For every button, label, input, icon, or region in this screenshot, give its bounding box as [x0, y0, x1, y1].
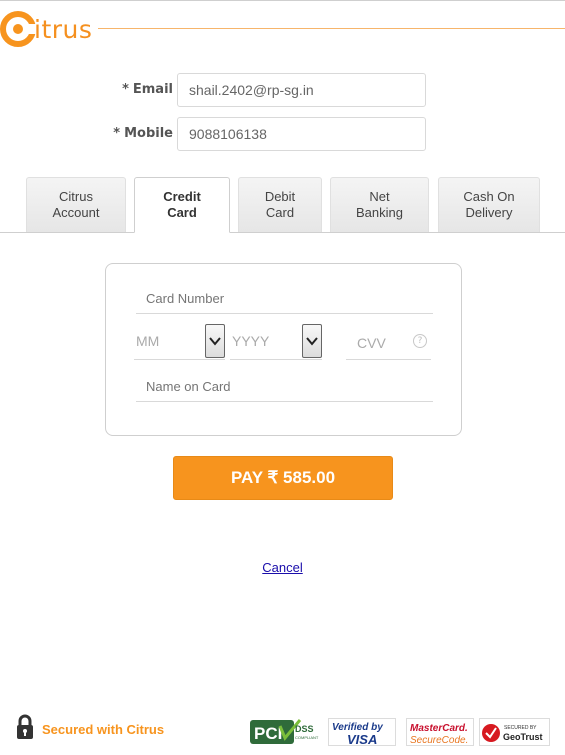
- tab-credit-card[interactable]: Credit Card: [134, 177, 230, 233]
- geotrust-badge: SECURED BY GeoTrust: [479, 718, 550, 746]
- chevron-down-icon: [302, 324, 322, 358]
- tab-label-line1: Credit: [163, 189, 201, 204]
- mobile-field[interactable]: [177, 117, 426, 151]
- tab-label-line2: Banking: [356, 205, 403, 220]
- tab-label-line2: Card: [167, 205, 197, 220]
- cancel-link[interactable]: Cancel: [0, 560, 565, 575]
- chevron-down-icon: [205, 324, 225, 358]
- mobile-label-text: Mobile: [124, 126, 173, 141]
- tab-net-banking[interactable]: Net Banking: [330, 177, 429, 232]
- lock-icon: [16, 714, 34, 744]
- header: itrus: [0, 0, 565, 60]
- header-divider: [98, 28, 565, 29]
- required-marker: *: [122, 82, 129, 97]
- tab-label-line1: Citrus: [59, 189, 93, 204]
- verified-by-visa-badge: Verified by VISA: [328, 718, 396, 746]
- secured-with-citrus: Secured with Citrus: [16, 714, 165, 744]
- cvv-field[interactable]: CVV ?: [346, 322, 431, 360]
- tab-citrus-account[interactable]: Citrus Account: [26, 177, 126, 232]
- tab-label-line1: Net: [369, 189, 390, 204]
- pci-dss-badge: PCI DSS COMPLIANT: [250, 718, 322, 746]
- tab-label-line1: Cash On: [463, 189, 515, 204]
- mc-top-text: MasterCard.: [410, 723, 468, 734]
- email-label-text: Email: [132, 82, 173, 97]
- tab-cash-on-delivery[interactable]: Cash On Delivery: [438, 177, 540, 232]
- card-number-input[interactable]: [136, 284, 433, 314]
- payment-method-tabs: Citrus Account Credit Card Debit Card Net Ba…: [0, 177, 565, 233]
- expiry-month-value: MM: [136, 333, 160, 349]
- tab-debit-card[interactable]: Debit Card: [238, 177, 322, 232]
- required-marker: *: [113, 126, 121, 141]
- expiry-year-select[interactable]: YYYY: [230, 322, 322, 360]
- citrus-logo: itrus: [0, 9, 92, 49]
- cvv-placeholder: CVV: [357, 335, 386, 351]
- pci-text: PCI: [254, 724, 282, 743]
- email-row: * Email: [0, 73, 565, 107]
- visa-bottom-text: VISA: [347, 732, 377, 746]
- tab-label-line2: Delivery: [465, 205, 513, 220]
- tab-label-line2: Card: [265, 205, 295, 220]
- name-on-card-input[interactable]: [136, 372, 433, 402]
- pci-dss-text: DSS: [295, 724, 314, 734]
- geo-top-text: SECURED BY: [504, 725, 537, 731]
- email-field[interactable]: [177, 73, 426, 107]
- mobile-label: * Mobile: [113, 117, 173, 151]
- logo-wordmark: itrus: [34, 15, 93, 44]
- tab-label-line1: Debit: [264, 189, 296, 204]
- pay-button[interactable]: PAY ₹ 585.00: [173, 456, 393, 500]
- mobile-row: * Mobile: [0, 117, 565, 151]
- citrus-logo-mark-icon: [0, 11, 36, 47]
- expiry-month-select[interactable]: MM: [134, 322, 225, 360]
- email-label: * Email: [122, 73, 173, 107]
- secured-text: Secured with Citrus: [42, 721, 165, 737]
- credit-card-form: MM YYYY CVV ?: [105, 263, 462, 436]
- help-icon[interactable]: ?: [413, 334, 427, 348]
- cancel-link-text[interactable]: Cancel: [262, 560, 302, 575]
- mastercard-securecode-badge: MasterCard. SecureCode.: [406, 718, 474, 746]
- geo-bottom-text: GeoTrust: [503, 732, 543, 742]
- pci-compliant-text: COMPLIANT: [295, 735, 319, 740]
- mc-bottom-text: SecureCode.: [410, 735, 468, 746]
- expiry-year-value: YYYY: [232, 333, 270, 349]
- tab-label-line2: Account: [52, 205, 100, 220]
